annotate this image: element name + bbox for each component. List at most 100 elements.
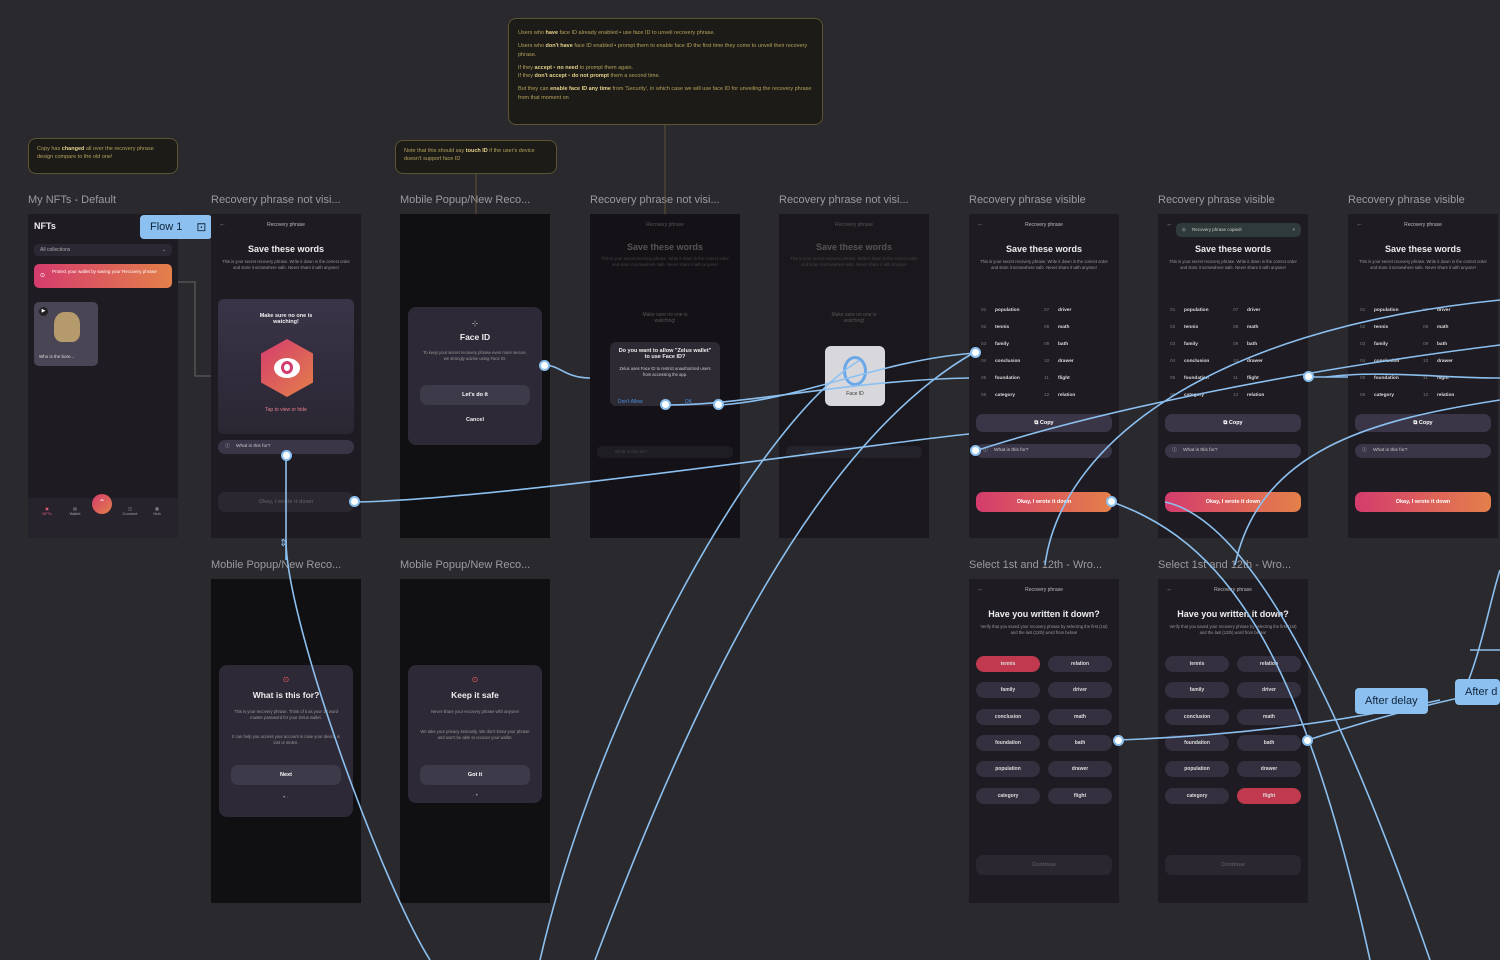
nav-nfts[interactable]: ▣ NFTs [38,506,56,516]
word-pill[interactable]: relation [1237,656,1301,672]
word-pill[interactable]: driver [1048,682,1112,698]
word-pill[interactable]: conclusion [1165,709,1229,725]
copy-button[interactable]: ⧉ Copy [1355,414,1491,432]
frame-safe-popup[interactable]: ⊙ Keep it safe Never share your recovery… [400,579,550,903]
hidden-phrase-card[interactable]: Make sure no one is watching! Tap to vie… [218,299,354,434]
nav-hub[interactable]: ▦ Hub [148,506,166,516]
word-pill[interactable]: relation [1048,656,1112,672]
word-pill[interactable]: foundation [1165,735,1229,751]
word-pill[interactable]: drawer [1237,761,1301,777]
got-it-button[interactable]: Got it [420,765,530,785]
page-title: Save these words [1384,244,1462,254]
link-handle[interactable] [349,496,360,507]
okay-wrote-it-button[interactable]: Okay, I wrote it down [976,492,1112,512]
frame-title[interactable]: My NFTs - Default [28,194,178,206]
what-is-this-button[interactable]: ⓘ What is this for? [1355,444,1491,458]
frame-title[interactable]: Recovery phrase not visi... [779,194,929,206]
frame-faceid-popup[interactable]: ⊹ Face ID To keep your secret recovery p… [400,214,550,538]
nav-wallet[interactable]: ▤ Wallet [66,506,84,516]
what-is-this-button[interactable]: What is this for? [597,446,733,458]
after-delay-tag[interactable]: After delay [1355,688,1428,714]
link-handle[interactable] [970,445,981,456]
frame-ios-alert[interactable]: Recovery phrase Save these words This is… [590,214,740,538]
frame-verify-wrong-1[interactable]: ← Recovery phrase Have you written it do… [969,579,1119,903]
word-pill[interactable]: drawer [1048,761,1112,777]
link-handle[interactable] [970,347,981,358]
link-line [178,281,211,377]
frame-recovery-hidden[interactable]: ← Recovery phrase Save these words This … [211,214,361,538]
frame-faceid-scan[interactable]: Recovery phrase Save these words This is… [779,214,929,538]
nft-card[interactable]: ▶ Who is the bore... [34,302,98,366]
word-pill[interactable]: family [1165,682,1229,698]
frame-title[interactable]: Select 1st and 12th - Wro... [1158,559,1308,571]
frame-title[interactable]: Recovery phrase visible [969,194,1119,206]
word-pill[interactable]: category [1165,788,1229,804]
word-pill[interactable]: population [1165,761,1229,777]
cancel-button[interactable]: Cancel [408,417,542,423]
okay-wrote-it-button[interactable]: Okay, I wrote it down [1355,492,1491,512]
link-handle[interactable] [660,399,671,410]
frame-title[interactable]: Mobile Popup/New Reco... [400,194,550,206]
copy-button[interactable]: ⧉ Copy [1165,414,1301,432]
frame-title[interactable]: Recovery phrase visible [1158,194,1308,206]
frame-recovery-visible[interactable]: ← Recovery phrase Save these words This … [969,214,1119,538]
word-pill[interactable]: driver [1237,682,1301,698]
link-handle[interactable] [1302,735,1313,746]
link-handle[interactable] [713,399,724,410]
nav-connect[interactable]: ◫ Connect [120,506,140,516]
word: conclusion [1374,359,1400,364]
ok-button[interactable]: OK [685,399,692,405]
frame-title[interactable]: Mobile Popup/New Reco... [211,559,361,571]
lets-do-it-button[interactable]: Let's do it [420,385,530,405]
continue-button[interactable]: Continue [1165,855,1301,875]
what-is-this-button[interactable]: ⓘ What is this for? [1165,444,1301,458]
continue-button[interactable]: Continue [976,855,1112,875]
close-icon[interactable]: × [1292,223,1295,237]
frame-recovery-visible-3[interactable]: ← Recovery phrase Save these words This … [1348,214,1498,538]
word-pill[interactable]: math [1048,709,1112,725]
frame-title[interactable]: Recovery phrase not visi... [590,194,740,206]
okay-button-disabled[interactable]: Okay, I wrote it down [218,492,354,512]
flow-tag[interactable]: Flow 1 ⊡ [140,215,213,239]
word-row: 01 population 07 driver [1170,302,1296,319]
frame-my-nfts[interactable]: NFTs All collections ⌄ ⊙ Protect your wall… [28,214,178,538]
link-handle[interactable] [539,360,550,371]
next-button[interactable]: Next [231,765,341,785]
word-pill[interactable]: bath [1048,735,1112,751]
back-arrow-icon[interactable]: ← [1166,221,1173,228]
word-pill[interactable]: bath [1237,735,1301,751]
word-pill[interactable]: flight [1048,788,1112,804]
what-is-this-button[interactable]: ⓘ What is this for? [976,444,1112,458]
center-action-button[interactable]: ⌃ [92,494,112,514]
frame-title[interactable]: Recovery phrase visible [1348,194,1498,206]
collections-select[interactable]: All collections ⌄ [34,244,172,256]
word-pill[interactable]: tennis [976,656,1040,672]
collections-label: All collections [40,247,71,253]
protect-wallet-banner[interactable]: ⊙ Protect your wallet by saving your Reco… [34,264,172,288]
frame-recovery-copied[interactable]: ← ⊙ Recovery phrase copied! × Save these w… [1158,214,1308,538]
word: math [1437,325,1449,330]
word-pill[interactable]: tennis [1165,656,1229,672]
word-pill[interactable]: flight [1237,788,1301,804]
word-pill[interactable]: conclusion [976,709,1040,725]
word-pill[interactable]: math [1237,709,1301,725]
okay-wrote-it-button[interactable]: Okay, I wrote it down [1165,492,1301,512]
link-handle[interactable] [1303,371,1314,382]
frame-verify-wrong-2[interactable]: ← Recovery phrase Have you written it do… [1158,579,1308,903]
what-is-this-button[interactable]: What is this for? [786,446,922,458]
link-handle[interactable] [1113,735,1124,746]
frame-title[interactable]: Recovery phrase not visi... [211,194,361,206]
dont-allow-button[interactable]: Don't Allow [618,399,643,405]
frame-title[interactable]: Mobile Popup/New Reco... [400,559,550,571]
word-pill[interactable]: population [976,761,1040,777]
link-handle[interactable] [281,450,292,461]
pager-dots: · • [472,793,478,799]
after-delay-tag-2[interactable]: After d [1455,679,1500,705]
copy-button[interactable]: ⧉ Copy [976,414,1112,432]
word-pill[interactable]: category [976,788,1040,804]
link-handle[interactable] [1106,496,1117,507]
word-pill[interactable]: foundation [976,735,1040,751]
word-pill[interactable]: family [976,682,1040,698]
frame-whatfor-popup[interactable]: ⊙ What is this for? This is your recover… [211,579,361,903]
frame-title[interactable]: Select 1st and 12th - Wro... [969,559,1119,571]
